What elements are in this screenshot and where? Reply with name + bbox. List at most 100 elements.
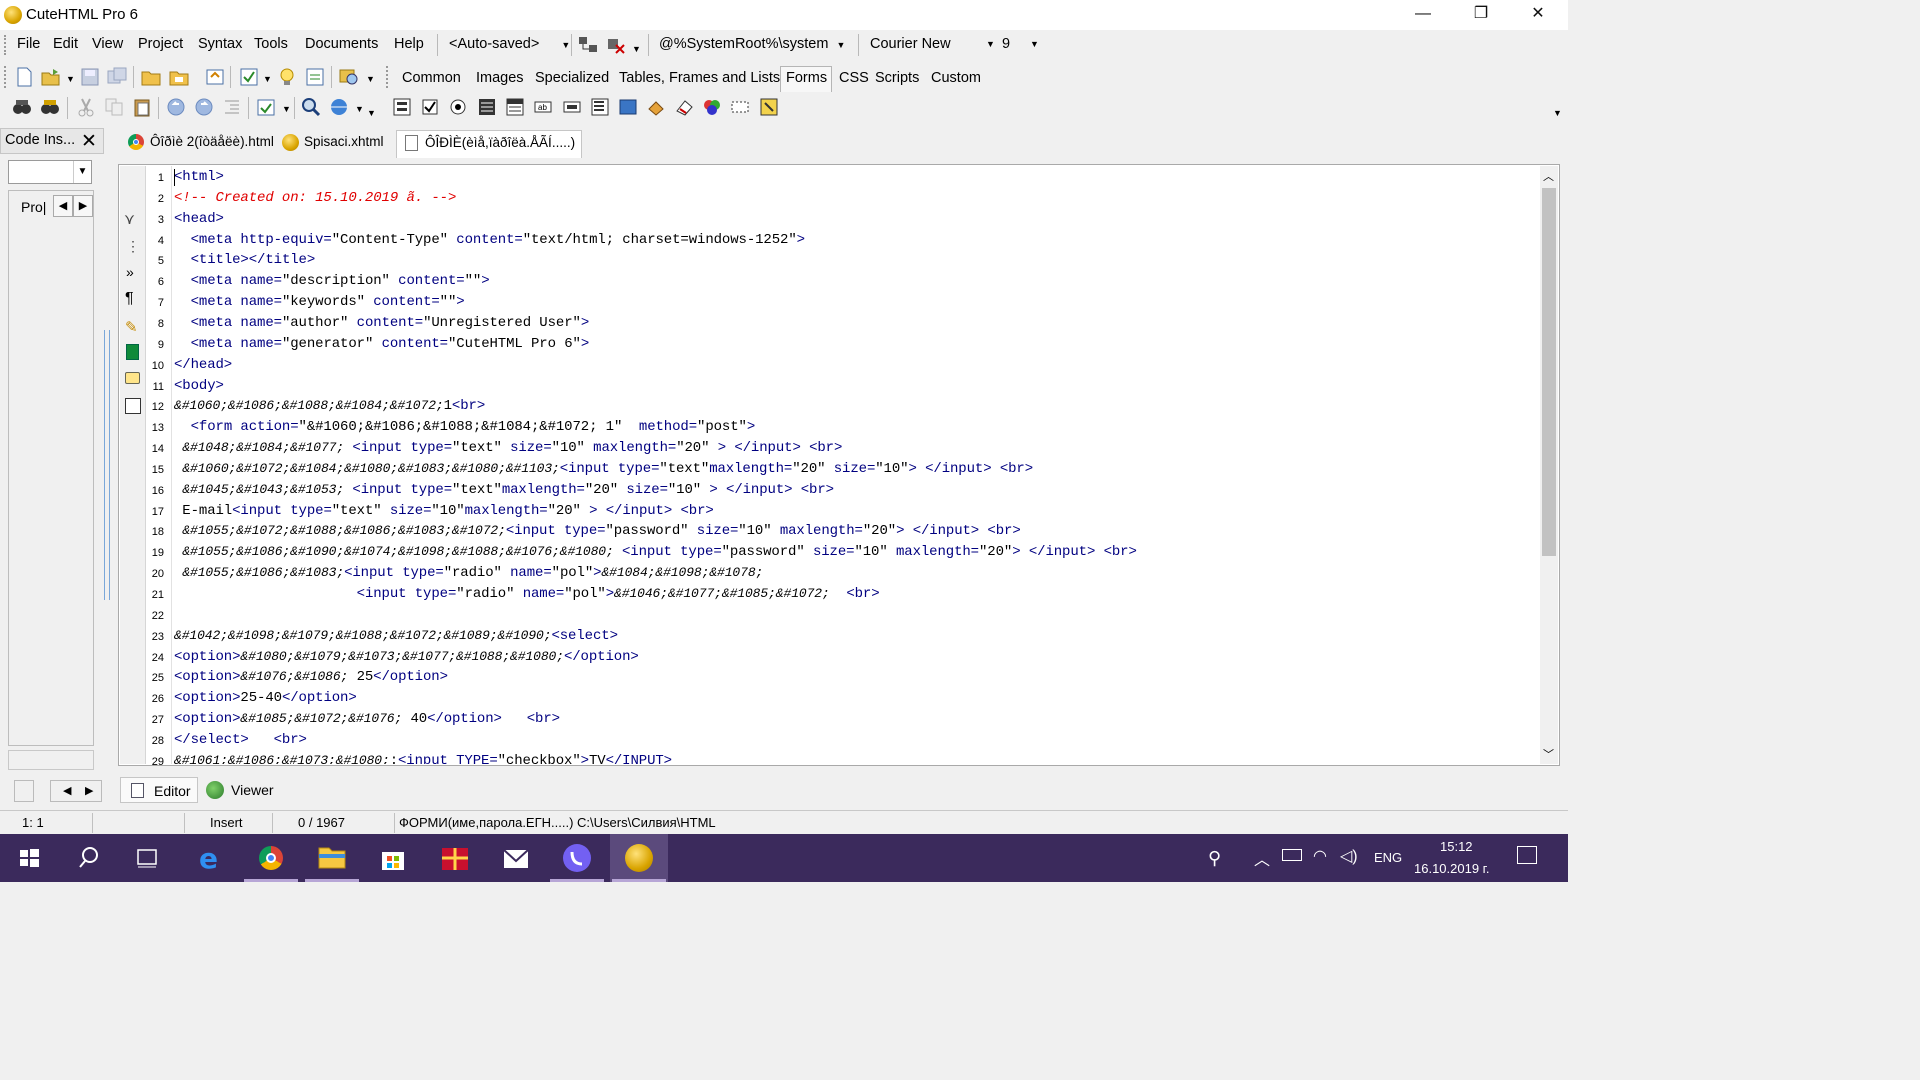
chevron-right-icon[interactable]: ▶ bbox=[73, 195, 93, 217]
tab-custom[interactable]: Custom bbox=[931, 70, 981, 86]
tab-common[interactable]: Common bbox=[402, 70, 461, 86]
chevron-down-icon[interactable]: ▼ bbox=[282, 104, 291, 114]
code-line[interactable]: <meta name="keywords" content=""> bbox=[174, 294, 465, 310]
radio-icon[interactable] bbox=[448, 97, 468, 117]
code-line[interactable]: &#1060;&#1072;&#1084;&#1080;&#1083;&#108… bbox=[174, 461, 1033, 477]
code-line[interactable]: &#1055;&#1086;&#1090;&#1074;&#1098;&#108… bbox=[174, 544, 1137, 560]
code-line[interactable]: <option>&#1085;&#1072;&#1076; 40</option… bbox=[174, 711, 560, 727]
clock-date[interactable]: 16.10.2019 г. bbox=[1414, 861, 1489, 876]
browser-preview-icon[interactable] bbox=[329, 97, 349, 117]
chevron-down-icon[interactable]: ▼ bbox=[366, 74, 375, 84]
font-dropdown[interactable]: Courier New ▼ bbox=[870, 33, 998, 57]
book-icon[interactable] bbox=[126, 344, 139, 360]
code-line[interactable]: <title></title> bbox=[174, 252, 316, 268]
code-line[interactable]: <!-- Created on: 15.10.2019 ã. --> bbox=[174, 190, 456, 206]
table-icon[interactable] bbox=[125, 398, 141, 414]
form-icon[interactable] bbox=[392, 97, 412, 117]
close-button[interactable]: ✕ bbox=[1515, 0, 1561, 30]
indent-icon[interactable] bbox=[222, 97, 242, 117]
code-line[interactable]: &#1048;&#1084;&#1077; <input type="text"… bbox=[174, 440, 842, 456]
calendar-icon[interactable] bbox=[256, 97, 276, 117]
code-line[interactable]: <option>25-40</option> bbox=[174, 690, 357, 706]
notifications-icon[interactable] bbox=[1517, 846, 1537, 864]
tab-editor[interactable]: Editor bbox=[120, 777, 198, 803]
viber-icon[interactable] bbox=[548, 834, 606, 882]
vertical-scrollbar[interactable]: ︿ ﹀ bbox=[1540, 166, 1558, 764]
tab-css[interactable]: CSS bbox=[839, 70, 869, 86]
chevron-down-icon[interactable]: ▼ bbox=[66, 74, 75, 84]
select-list-icon[interactable] bbox=[505, 97, 525, 117]
edge-icon[interactable]: e bbox=[180, 834, 238, 882]
volume-icon[interactable]: ◁) bbox=[1340, 846, 1358, 866]
chrome-taskbar-icon[interactable] bbox=[242, 834, 300, 882]
open-folder-icon[interactable] bbox=[141, 67, 161, 87]
code-line[interactable]: &#1045;&#1043;&#1053; <input type="text"… bbox=[174, 482, 834, 498]
chevron-down-icon[interactable]: ▼ bbox=[263, 74, 272, 84]
font-size-dropdown[interactable]: 9 ▼ bbox=[1002, 33, 1042, 57]
scroll-up-icon[interactable]: ︿ bbox=[1543, 168, 1554, 184]
pencil-icon[interactable]: ✎ bbox=[125, 318, 138, 336]
comment-icon[interactable] bbox=[125, 372, 140, 384]
splitter-handle[interactable] bbox=[104, 330, 110, 600]
check-list-icon[interactable] bbox=[305, 67, 325, 87]
list-box-icon[interactable] bbox=[590, 97, 610, 117]
button-field-icon[interactable] bbox=[562, 97, 582, 117]
code-line[interactable]: <option>&#1080;&#1079;&#1073;&#1077;&#10… bbox=[174, 649, 639, 665]
code-line[interactable]: &#1055;&#1072;&#1088;&#1086;&#1083;&#107… bbox=[174, 523, 1020, 539]
image-button-icon[interactable] bbox=[618, 97, 638, 117]
text-area-icon[interactable] bbox=[477, 97, 497, 117]
code-line[interactable]: <input type="radio" name="pol">&#1046;&#… bbox=[174, 586, 880, 602]
eraser-icon[interactable] bbox=[674, 97, 694, 117]
close-panel-icon[interactable]: ✕ bbox=[81, 130, 97, 153]
doc-tab-2[interactable]: Spisaci.xhtml bbox=[276, 130, 390, 156]
copy-icon[interactable] bbox=[104, 97, 124, 117]
hand-icon[interactable] bbox=[646, 97, 666, 117]
code-line[interactable]: &#1042;&#1098;&#1079;&#1088;&#1072;&#108… bbox=[174, 628, 618, 644]
new-file-icon[interactable] bbox=[14, 67, 34, 87]
cut-icon[interactable] bbox=[76, 97, 96, 117]
doc-tab-1[interactable]: Ôîðìè 2(îòäåëè).html bbox=[122, 130, 280, 156]
fieldset-icon[interactable] bbox=[702, 97, 722, 117]
pro-tab-label[interactable]: Pro| bbox=[21, 199, 46, 215]
autosave-dropdown[interactable]: <Auto-saved> ▼ bbox=[449, 33, 570, 57]
code-line[interactable]: <meta http-equiv="Content-Type" content=… bbox=[174, 232, 805, 248]
label-icon[interactable] bbox=[759, 97, 779, 117]
text-field-icon[interactable]: ab bbox=[533, 97, 553, 117]
project-folder-icon[interactable] bbox=[169, 67, 189, 87]
code-line[interactable]: <meta name="generator" content="CuteHTML… bbox=[174, 336, 590, 352]
menu-documents[interactable]: Documents bbox=[305, 36, 378, 52]
code-line[interactable]: </head> bbox=[174, 357, 232, 373]
tab-forms[interactable]: Forms bbox=[786, 70, 827, 86]
inspector-dropdown[interactable]: ▼ bbox=[8, 160, 92, 184]
disconnect-icon[interactable] bbox=[606, 35, 626, 55]
file-explorer-icon[interactable] bbox=[303, 834, 361, 882]
doc-tab-3-active[interactable]: ÔÎÐÌÈ(èìå,ïàðîëà.ÅÃÍ.....) bbox=[396, 130, 583, 158]
tab-images[interactable]: Images bbox=[476, 70, 524, 86]
clock-time[interactable]: 15:12 bbox=[1440, 839, 1473, 854]
code-line[interactable]: &#1055;&#1086;&#1083;<input type="radio"… bbox=[174, 565, 763, 581]
scroll-thumb[interactable] bbox=[1542, 188, 1556, 556]
tab-tables-frames-lists[interactable]: Tables, Frames and Lists bbox=[619, 70, 780, 86]
validate-icon[interactable] bbox=[239, 67, 259, 87]
menu-help[interactable]: Help bbox=[394, 36, 424, 52]
find-icon[interactable] bbox=[12, 97, 32, 117]
menu-view[interactable]: View bbox=[92, 36, 123, 52]
bulb-icon[interactable] bbox=[277, 67, 297, 87]
code-line[interactable]: <option>&#1076;&#1086; 25</option> bbox=[174, 669, 448, 685]
checkbox-icon[interactable] bbox=[420, 97, 440, 117]
find-replace-icon[interactable] bbox=[40, 97, 60, 117]
open-file-icon[interactable] bbox=[41, 67, 61, 87]
menu-project[interactable]: Project bbox=[138, 36, 183, 52]
start-button[interactable] bbox=[0, 834, 58, 882]
chevron-down-icon[interactable]: ▼ bbox=[1553, 108, 1562, 118]
menu-edit[interactable]: Edit bbox=[53, 36, 78, 52]
menu-tools[interactable]: Tools bbox=[254, 36, 288, 52]
charset-dropdown[interactable]: @%SystemRoot%\system ▼ bbox=[659, 33, 849, 57]
code-line[interactable]: &#1060;&#1086;&#1088;&#1084;&#1072;1<br> bbox=[174, 398, 485, 414]
chevron-up-icon[interactable]: ︿ bbox=[1254, 846, 1270, 870]
chevron-down-icon[interactable]: ▼ bbox=[632, 44, 641, 54]
redo-icon[interactable] bbox=[194, 97, 214, 117]
panel-nav-arrows[interactable]: ◀ ▶ bbox=[50, 780, 102, 802]
chevron-right-icon[interactable]: ▶ bbox=[85, 781, 93, 801]
code-area[interactable]: <html> <!-- Created on: 15.10.2019 ã. -->… bbox=[172, 166, 1538, 764]
